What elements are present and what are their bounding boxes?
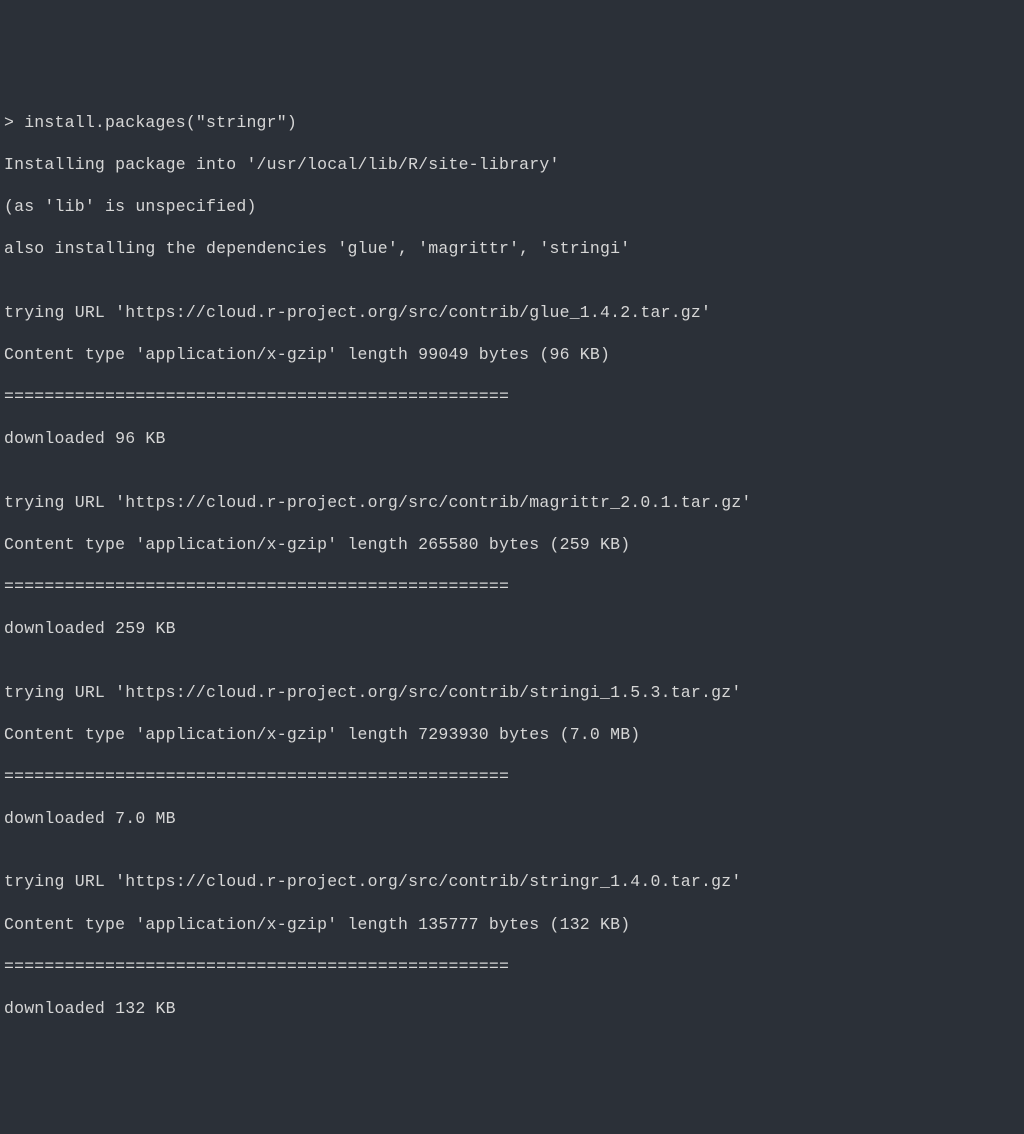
terminal-line: ========================================… [4,956,1020,977]
terminal-output[interactable]: > install.packages("stringr") Installing… [4,90,1020,1040]
terminal-line: > install.packages("stringr") [4,112,1020,133]
terminal-line: trying URL 'https://cloud.r-project.org/… [4,871,1020,892]
terminal-line: ========================================… [4,576,1020,597]
terminal-line: ========================================… [4,386,1020,407]
terminal-line: downloaded 132 KB [4,998,1020,1019]
terminal-line: downloaded 96 KB [4,428,1020,449]
terminal-line: Content type 'application/x-gzip' length… [4,724,1020,745]
terminal-line: ========================================… [4,766,1020,787]
terminal-line: downloaded 7.0 MB [4,808,1020,829]
terminal-line: (as 'lib' is unspecified) [4,196,1020,217]
terminal-line: also installing the dependencies 'glue',… [4,238,1020,259]
terminal-line: trying URL 'https://cloud.r-project.org/… [4,682,1020,703]
terminal-line: Content type 'application/x-gzip' length… [4,534,1020,555]
terminal-line: trying URL 'https://cloud.r-project.org/… [4,492,1020,513]
terminal-line: trying URL 'https://cloud.r-project.org/… [4,302,1020,323]
terminal-line: Content type 'application/x-gzip' length… [4,914,1020,935]
terminal-line: Installing package into '/usr/local/lib/… [4,154,1020,175]
terminal-line: Content type 'application/x-gzip' length… [4,344,1020,365]
terminal-line: downloaded 259 KB [4,618,1020,639]
